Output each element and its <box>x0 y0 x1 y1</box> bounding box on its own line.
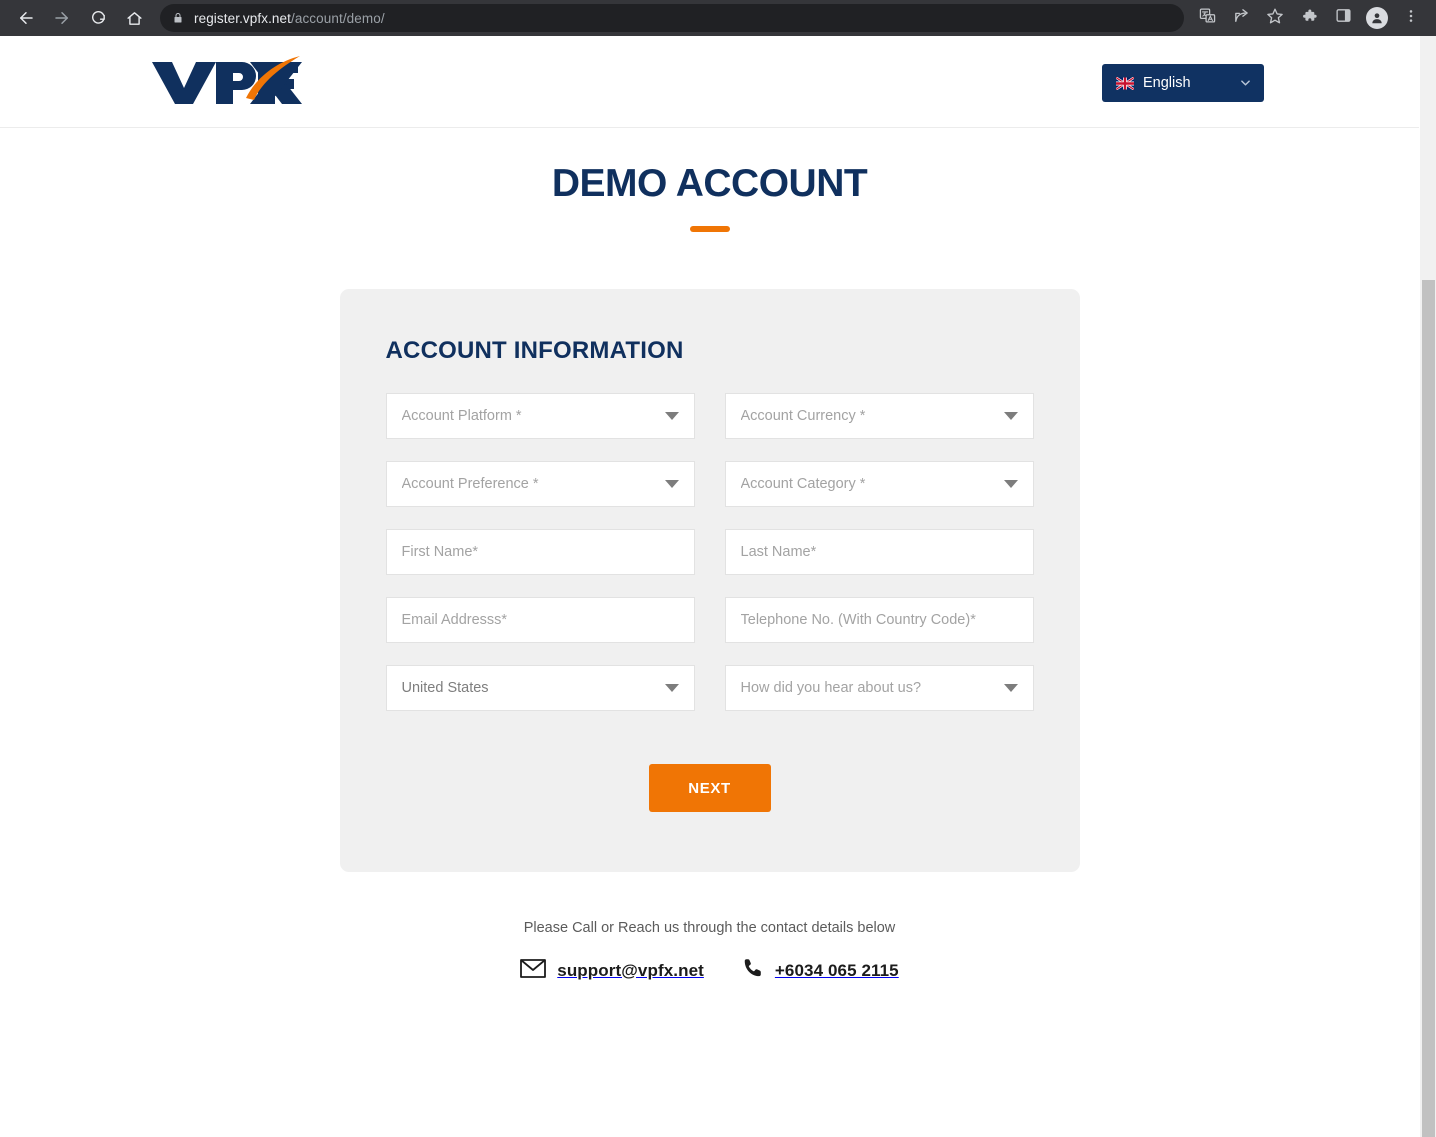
page-scrollbar-track[interactable] <box>1419 36 1436 1137</box>
url-path: /account/demo/ <box>291 10 385 26</box>
chevron-down-icon <box>664 480 679 488</box>
input-email-address[interactable]: Email Addresss* <box>385 597 695 643</box>
browser-toolbar: register.vpfx.net/account/demo/ <box>0 0 1436 36</box>
vpfx-logo[interactable] <box>150 54 302 109</box>
page-title-section: DEMO ACCOUNT <box>0 128 1419 232</box>
account-category-label: Account Category * <box>740 476 866 492</box>
back-arrow-icon <box>17 9 35 27</box>
page-title: DEMO ACCOUNT <box>551 162 868 205</box>
last-name-label: Last Name* <box>740 544 817 560</box>
chevron-down-icon <box>1003 480 1018 488</box>
browser-actions <box>1190 3 1428 33</box>
contact-section: Please Call or Reach us through the cont… <box>0 920 1419 984</box>
address-bar[interactable]: register.vpfx.net/account/demo/ <box>160 4 1184 32</box>
referral-source-label: How did you hear about us? <box>740 680 922 696</box>
phone-icon <box>742 957 764 984</box>
select-account-preference[interactable]: Account Preference * <box>385 461 695 507</box>
home-button[interactable] <box>119 3 149 33</box>
chevron-down-icon <box>1003 412 1018 420</box>
select-country[interactable]: United States <box>385 665 695 711</box>
bookmark-star-icon <box>1266 7 1284 30</box>
side-panel-button[interactable] <box>1328 3 1358 33</box>
page-viewport: English DEMO ACCOUNT ACCOUNT INFORMATION… <box>0 36 1419 1137</box>
forward-button[interactable] <box>47 3 77 33</box>
account-preference-label: Account Preference * <box>401 476 539 492</box>
extensions-puzzle-icon <box>1301 7 1318 29</box>
country-label: United States <box>401 680 489 696</box>
telephone-label: Telephone No. (With Country Code)* <box>740 612 976 628</box>
site-header: English <box>0 36 1419 128</box>
home-icon <box>126 10 143 27</box>
select-account-currency[interactable]: Account Currency * <box>724 393 1034 439</box>
extensions-button[interactable] <box>1294 3 1324 33</box>
reload-button[interactable] <box>83 3 113 33</box>
contact-email-text: support@vpfx.net <box>557 960 704 980</box>
language-selector[interactable]: English <box>1102 64 1264 102</box>
account-platform-label: Account Platform * <box>401 408 522 424</box>
chevron-down-icon <box>664 412 679 420</box>
url-host: register.vpfx.net <box>194 10 291 26</box>
profile-button[interactable] <box>1362 3 1392 33</box>
form-row: Account Preference * Account Category * <box>385 461 1034 507</box>
chevron-down-icon <box>1003 684 1018 692</box>
translate-icon <box>1199 7 1216 29</box>
profile-avatar-icon <box>1366 7 1388 29</box>
bookmark-button[interactable] <box>1260 3 1290 33</box>
form-row: United States How did you hear about us? <box>385 665 1034 711</box>
share-button[interactable] <box>1226 3 1256 33</box>
chevron-down-icon <box>1241 79 1250 88</box>
input-last-name[interactable]: Last Name* <box>724 529 1034 575</box>
translate-button[interactable] <box>1192 3 1222 33</box>
uk-flag-icon <box>1115 76 1135 90</box>
select-account-platform[interactable]: Account Platform * <box>385 393 695 439</box>
select-referral-source[interactable]: How did you hear about us? <box>724 665 1034 711</box>
back-button[interactable] <box>11 3 41 33</box>
side-panel-icon <box>1335 7 1352 29</box>
chevron-down-icon <box>664 684 679 692</box>
first-name-label: First Name* <box>401 544 479 560</box>
title-underline-rule <box>689 226 730 232</box>
page-scrollbar-thumb[interactable] <box>1422 280 1435 1137</box>
form-row: First Name* Last Name* <box>385 529 1034 575</box>
select-account-category[interactable]: Account Category * <box>724 461 1034 507</box>
input-first-name[interactable]: First Name* <box>385 529 695 575</box>
contact-phone-text: +6034 065 2115 <box>774 960 899 980</box>
email-address-label: Email Addresss* <box>401 612 508 628</box>
lock-icon <box>172 12 184 24</box>
contact-details-row: support@vpfx.net +6034 065 2115 <box>0 957 1419 984</box>
forward-arrow-icon <box>53 9 71 27</box>
browser-menu-button[interactable] <box>1396 3 1426 33</box>
next-button[interactable]: NEXT <box>648 764 771 812</box>
envelope-icon <box>520 958 547 983</box>
contact-phone[interactable]: +6034 065 2115 <box>742 957 899 984</box>
form-actions: NEXT <box>386 764 1034 812</box>
form-row: Account Platform * Account Currency * <box>385 393 1034 439</box>
account-currency-label: Account Currency * <box>740 408 866 424</box>
form-fields-container: Account Platform * Account Currency * Acco… <box>385 393 1034 711</box>
reload-icon <box>90 10 107 27</box>
three-dot-menu-icon <box>1403 8 1419 29</box>
input-telephone[interactable]: Telephone No. (With Country Code)* <box>724 597 1034 643</box>
url-text: register.vpfx.net/account/demo/ <box>194 11 385 26</box>
share-icon <box>1233 7 1250 29</box>
form-row: Email Addresss* Telephone No. (With Count… <box>385 597 1034 643</box>
account-information-card: ACCOUNT INFORMATION Account Platform * Ac… <box>339 289 1080 872</box>
contact-email[interactable]: support@vpfx.net <box>520 958 704 983</box>
contact-lead-text: Please Call or Reach us through the cont… <box>523 920 896 936</box>
language-label: English <box>1143 75 1191 91</box>
card-heading: ACCOUNT INFORMATION <box>385 337 684 364</box>
